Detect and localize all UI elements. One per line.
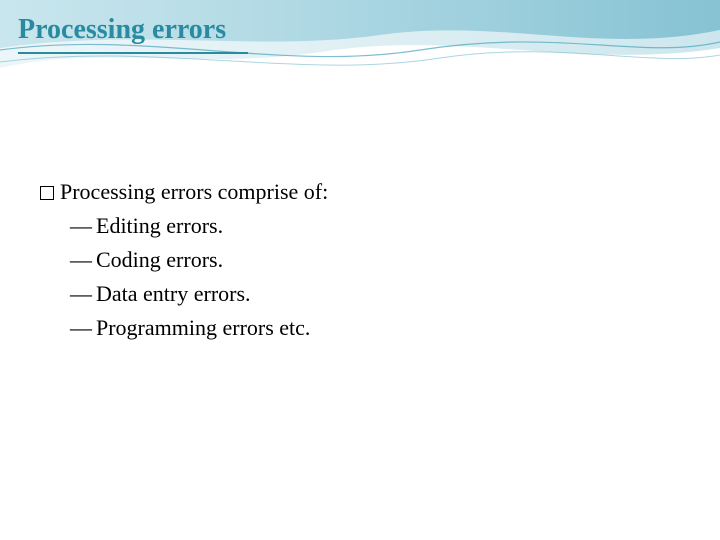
intro-text: Processing errors comprise of: xyxy=(60,175,328,209)
item-list: —Editing errors. —Coding errors. —Data e… xyxy=(70,209,328,345)
square-bullet-icon xyxy=(40,186,54,200)
list-item: —Data entry errors. xyxy=(70,277,328,311)
title-underline xyxy=(18,52,248,54)
list-item-text: Editing errors. xyxy=(96,213,223,238)
slide-title: Processing errors xyxy=(18,14,226,46)
slide-content: Processing errors comprise of: —Editing … xyxy=(40,175,328,345)
intro-line: Processing errors comprise of: xyxy=(40,175,328,209)
list-item: —Programming errors etc. xyxy=(70,311,328,345)
list-item-text: Coding errors. xyxy=(96,247,223,272)
list-item: —Coding errors. xyxy=(70,243,328,277)
list-item-text: Data entry errors. xyxy=(96,281,251,306)
list-item: —Editing errors. xyxy=(70,209,328,243)
list-item-text: Programming errors etc. xyxy=(96,315,310,340)
